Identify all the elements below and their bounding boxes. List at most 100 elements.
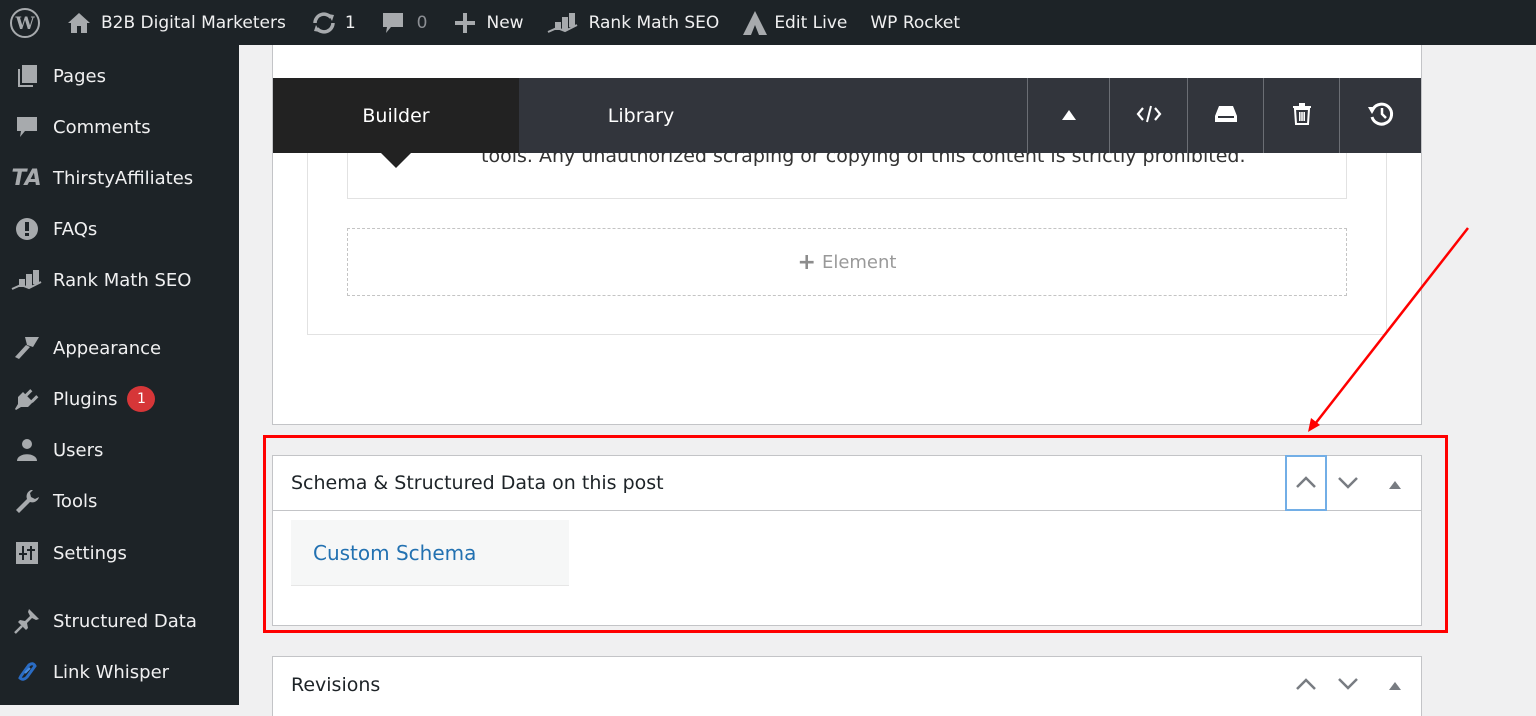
toggle-panel-button[interactable] bbox=[1369, 456, 1421, 511]
plugin-icon bbox=[0, 386, 53, 412]
sidebar-label: Plugins bbox=[53, 388, 118, 410]
save-layout-icon bbox=[1214, 104, 1238, 128]
new-content-link[interactable]: New bbox=[438, 0, 534, 45]
updates-link[interactable]: 1 bbox=[297, 0, 367, 45]
toggle-panel-button[interactable] bbox=[1369, 657, 1421, 712]
rank-math-link[interactable]: Rank Math SEO bbox=[535, 0, 731, 45]
rank-math-label: Rank Math SEO bbox=[588, 12, 720, 33]
edit-live-label: Edit Live bbox=[774, 12, 848, 33]
site-name: B2B Digital Marketers bbox=[101, 12, 286, 33]
code-icon bbox=[1136, 104, 1162, 128]
sidebar-label: FAQs bbox=[53, 218, 98, 240]
settings-icon bbox=[0, 541, 53, 565]
link-whisper-icon bbox=[0, 661, 53, 683]
thirstyaffiliates-icon: TA bbox=[11, 165, 42, 191]
comments-link[interactable]: 0 bbox=[367, 0, 439, 45]
move-down-button[interactable] bbox=[1327, 657, 1369, 712]
custom-schema-label: Custom Schema bbox=[313, 540, 477, 565]
revisions-metabox-header[interactable]: Revisions bbox=[273, 657, 1421, 712]
sidebar-label: Users bbox=[53, 439, 104, 461]
updates-count: 1 bbox=[344, 12, 356, 33]
comment-icon bbox=[381, 11, 405, 35]
sidebar-item-thirstyaffiliates[interactable]: TA ThirstyAffiliates bbox=[0, 158, 239, 198]
sidebar-label: Rank Math SEO bbox=[53, 269, 192, 291]
sidebar-item-plugins[interactable]: Plugins 1 bbox=[0, 379, 239, 419]
history-button[interactable] bbox=[1339, 78, 1421, 153]
admin-sidebar: Pages Comments TA ThirstyAffiliates FAQs… bbox=[0, 45, 239, 705]
pin-icon bbox=[0, 607, 53, 635]
wordpress-icon: W bbox=[9, 7, 41, 39]
tab-builder[interactable]: Builder bbox=[273, 78, 519, 168]
edit-live-link[interactable]: Edit Live bbox=[730, 0, 858, 45]
triangle-up-icon bbox=[1388, 473, 1402, 495]
sidebar-item-structured-data[interactable]: Structured Data bbox=[0, 601, 239, 641]
delete-layout-button[interactable] bbox=[1263, 78, 1339, 153]
move-up-button[interactable] bbox=[1285, 455, 1327, 511]
sidebar-label: Settings bbox=[53, 542, 127, 564]
sidebar-item-rank-math[interactable]: Rank Math SEO bbox=[0, 260, 239, 300]
wrench-icon bbox=[0, 488, 53, 514]
chevron-up-icon bbox=[1295, 472, 1317, 494]
plugins-update-badge: 1 bbox=[127, 386, 156, 412]
sidebar-label: Pages bbox=[53, 65, 106, 87]
revisions-metabox-title: Revisions bbox=[291, 673, 381, 696]
sidebar-item-settings[interactable]: Settings bbox=[0, 533, 239, 573]
sidebar-item-link-whisper[interactable]: Link Whisper bbox=[0, 652, 239, 692]
sidebar-item-users[interactable]: Users bbox=[0, 430, 239, 470]
triangle-up-icon bbox=[1388, 674, 1402, 696]
admin-bar: W B2B Digital Marketers 1 0 New Rank Mat… bbox=[0, 0, 1536, 45]
comments-icon bbox=[0, 115, 53, 139]
wp-rocket-label: WP Rocket bbox=[870, 12, 960, 33]
save-layout-button[interactable] bbox=[1187, 78, 1263, 153]
paintbrush-icon bbox=[0, 335, 53, 361]
sidebar-label: Tools bbox=[53, 490, 98, 512]
builder-toolbar: Builder Library bbox=[273, 78, 1421, 168]
sidebar-item-appearance[interactable]: Appearance bbox=[0, 328, 239, 368]
sidebar-label: Appearance bbox=[53, 337, 162, 359]
plus-icon bbox=[454, 12, 476, 34]
sidebar-label: Comments bbox=[53, 116, 151, 138]
sidebar-item-comments[interactable]: Comments bbox=[0, 107, 239, 147]
site-name-link[interactable]: B2B Digital Marketers bbox=[56, 0, 297, 45]
schema-metabox-title: Schema & Structured Data on this post bbox=[291, 472, 664, 494]
updates-icon bbox=[311, 11, 337, 35]
wp-rocket-link[interactable]: WP Rocket bbox=[858, 0, 971, 45]
tab-label: Builder bbox=[362, 104, 430, 127]
edit-live-icon bbox=[742, 10, 768, 36]
sidebar-item-faqs[interactable]: FAQs bbox=[0, 209, 239, 249]
custom-schema-tab[interactable]: Custom Schema bbox=[291, 520, 569, 586]
sidebar-label: Structured Data bbox=[53, 610, 197, 632]
collapse-builder-button[interactable] bbox=[1027, 78, 1109, 153]
tab-label: Library bbox=[607, 104, 675, 127]
schema-metabox-header[interactable]: Schema & Structured Data on this post bbox=[273, 455, 1421, 511]
home-icon bbox=[67, 12, 91, 34]
svg-text:W: W bbox=[14, 14, 35, 34]
add-element-button[interactable]: + Element bbox=[347, 228, 1347, 296]
sidebar-label: ThirstyAffiliates bbox=[53, 167, 194, 189]
revisions-metabox: Revisions bbox=[272, 656, 1422, 716]
sidebar-label: Link Whisper bbox=[53, 661, 170, 683]
text-element-content: tools. Any unauthorized scraping or copy… bbox=[481, 153, 1246, 167]
sidebar-item-pages[interactable]: Pages bbox=[0, 56, 239, 96]
users-icon bbox=[0, 438, 53, 462]
triangle-up-icon bbox=[1061, 106, 1077, 125]
chevron-up-icon bbox=[1295, 674, 1317, 696]
schema-metabox: Schema & Structured Data on this post Cu… bbox=[272, 455, 1422, 626]
move-up-button[interactable] bbox=[1285, 657, 1327, 712]
text-element[interactable]: tools. Any unauthorized scraping or copy… bbox=[347, 153, 1347, 199]
tab-library[interactable]: Library bbox=[519, 78, 763, 153]
chevron-down-icon bbox=[1337, 674, 1359, 696]
plus-icon: + bbox=[797, 249, 816, 275]
sidebar-item-tools[interactable]: Tools bbox=[0, 481, 239, 521]
move-down-button[interactable] bbox=[1327, 456, 1369, 511]
history-icon bbox=[1367, 101, 1395, 131]
wordpress-logo-button[interactable]: W bbox=[0, 0, 56, 45]
code-view-button[interactable] bbox=[1109, 78, 1187, 153]
rank-math-icon bbox=[547, 12, 579, 34]
new-label: New bbox=[486, 12, 524, 33]
add-element-label: Element bbox=[821, 251, 897, 273]
faq-icon bbox=[0, 217, 53, 241]
chevron-down-icon bbox=[1337, 473, 1359, 495]
pages-icon bbox=[0, 64, 53, 88]
rank-math-icon bbox=[0, 269, 53, 291]
